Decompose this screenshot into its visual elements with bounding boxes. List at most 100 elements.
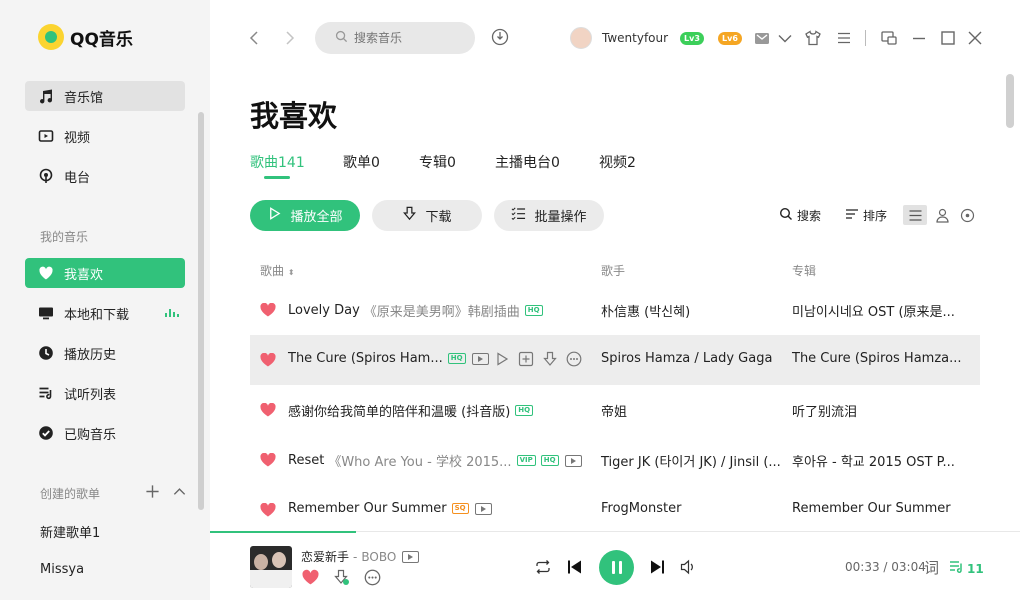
table-row[interactable]: The Cure (Spiros Ham... HQ Spiros Hamza … xyxy=(250,335,980,385)
song-album[interactable]: The Cure (Spiros Hamza... xyxy=(792,351,962,366)
loop-mode-icon[interactable] xyxy=(534,558,552,576)
sidebar-item-music-hall[interactable]: 音乐馆 xyxy=(25,81,185,111)
download-button[interactable]: 下载 xyxy=(372,200,482,231)
now-playing-title[interactable]: 恋爱新手 xyxy=(301,548,349,565)
song-title[interactable]: 感谢你给我简单的陪伴和温暖 (抖音版) HQ xyxy=(288,401,534,420)
page-scrollbar[interactable] xyxy=(1006,74,1014,128)
sidebar-item-history[interactable]: 播放历史 xyxy=(25,338,185,368)
sidebar-item-radio[interactable]: 电台 xyxy=(25,161,185,191)
song-title[interactable]: Reset 《Who Are You - 学校 2015... VIP HQ xyxy=(288,451,582,470)
lyrics-button[interactable]: 词 xyxy=(924,557,939,578)
table-row[interactable]: Lovely Day 《原来是美男啊》韩剧插曲 HQ 朴信惠 (박신혜) 미남이… xyxy=(250,285,980,335)
list-view-icon[interactable] xyxy=(903,205,927,225)
skin-shirt-icon[interactable] xyxy=(804,29,822,47)
sidebar-item-favorites[interactable]: 我喜欢 xyxy=(25,258,185,288)
collapse-chevron-icon[interactable] xyxy=(172,484,187,502)
batch-operation-button[interactable]: 批量操作 xyxy=(494,200,604,231)
volume-icon[interactable] xyxy=(679,558,697,576)
sidebar-item-purchased[interactable]: 已购音乐 xyxy=(25,418,185,448)
album-cover[interactable] xyxy=(250,546,292,588)
vip-level-badge[interactable]: Lv6 xyxy=(718,32,742,45)
maximize-icon[interactable] xyxy=(939,29,957,47)
sort-button[interactable]: 排序 xyxy=(845,207,887,224)
mv-icon[interactable] xyxy=(402,550,420,563)
song-album[interactable]: 후아유 - 학교 2015 OST P... xyxy=(792,451,955,470)
song-artist[interactable]: FrogMonster xyxy=(601,501,681,516)
play-queue-button[interactable]: 11 xyxy=(949,559,984,578)
history-icon xyxy=(38,345,54,361)
purchased-icon xyxy=(38,425,54,441)
tab-playlists[interactable]: 歌单0 xyxy=(343,152,380,172)
now-playing-artist[interactable]: BOBO xyxy=(361,550,396,564)
liked-heart-icon[interactable] xyxy=(260,352,276,367)
sort-icon xyxy=(845,207,859,224)
liked-heart-icon[interactable] xyxy=(260,452,276,467)
playlist-item[interactable]: Missya xyxy=(40,562,84,577)
add-playlist-icon[interactable] xyxy=(145,484,160,502)
avatar[interactable] xyxy=(570,27,592,49)
close-icon[interactable] xyxy=(966,29,984,47)
download-icon[interactable] xyxy=(333,569,350,590)
song-artist[interactable]: Tiger JK (타이거 JK) / Jinsil (... xyxy=(601,451,781,470)
user-menu-chevron-icon[interactable] xyxy=(776,29,794,47)
username[interactable]: Twentyfour xyxy=(602,31,668,45)
sidebar-item-video[interactable]: 视频 xyxy=(25,121,185,151)
artist-column-header: 歌手 xyxy=(601,264,626,278)
song-album[interactable]: 听了别流泪 xyxy=(792,401,857,420)
mv-icon[interactable] xyxy=(474,502,492,515)
next-track-icon[interactable] xyxy=(648,558,666,576)
row-actions xyxy=(494,351,582,371)
song-title[interactable]: Lovely Day 《原来是美男啊》韩剧插曲 HQ xyxy=(288,301,543,320)
song-title[interactable]: Remember Our Summer SQ xyxy=(288,501,492,516)
tab-songs[interactable]: 歌曲141 xyxy=(250,152,305,172)
artist-view-icon[interactable] xyxy=(930,205,954,225)
main-menu-icon[interactable] xyxy=(835,29,853,47)
more-icon[interactable] xyxy=(364,569,381,590)
song-title[interactable]: The Cure (Spiros Ham... HQ xyxy=(288,351,489,366)
song-album[interactable]: 미남이시네요 OST (原来是... xyxy=(792,301,955,320)
song-artist[interactable]: Spiros Hamza / Lady Gaga xyxy=(601,351,772,366)
row-play-icon[interactable] xyxy=(494,351,510,371)
mv-icon[interactable] xyxy=(471,352,489,365)
sidebar-item-trial-list[interactable]: 试听列表 xyxy=(25,378,185,408)
table-row[interactable]: 感谢你给我简单的陪伴和温暖 (抖音版) HQ 帝姐 听了别流泪 xyxy=(250,385,980,435)
queue-count: 11 xyxy=(967,561,984,576)
tab-videos[interactable]: 视频2 xyxy=(599,152,636,172)
liked-heart-icon[interactable] xyxy=(260,402,276,417)
row-more-icon[interactable] xyxy=(566,351,582,371)
mv-icon[interactable] xyxy=(564,454,582,467)
table-row[interactable]: Remember Our Summer SQ FrogMonster Remem… xyxy=(250,485,980,535)
liked-heart-icon[interactable] xyxy=(260,502,276,517)
tab-albums[interactable]: 专辑0 xyxy=(419,152,456,172)
forward-arrow-icon[interactable] xyxy=(281,28,297,48)
song-artist[interactable]: 帝姐 xyxy=(601,401,627,420)
album-view-icon[interactable] xyxy=(955,205,979,225)
song-artist[interactable]: 朴信惠 (박신혜) xyxy=(601,301,690,320)
mini-mode-icon[interactable] xyxy=(880,29,898,47)
playback-progress-bar[interactable] xyxy=(210,531,356,533)
level-badge[interactable]: Lv3 xyxy=(680,32,704,45)
sidebar-scrollbar[interactable] xyxy=(198,112,204,510)
pause-button[interactable] xyxy=(599,550,634,585)
sidebar-item-local-download[interactable]: 本地和下载 xyxy=(25,298,185,328)
search-input[interactable] xyxy=(354,31,464,45)
playlist-item[interactable]: 新建歌单1 xyxy=(40,522,100,541)
song-column-header[interactable]: 歌曲 ⬍ xyxy=(260,262,295,279)
search-box[interactable] xyxy=(315,22,475,54)
row-download-icon[interactable] xyxy=(542,351,558,371)
minimize-icon[interactable] xyxy=(910,29,928,47)
voice-recognition-icon[interactable] xyxy=(491,28,509,46)
tab-radio[interactable]: 主播电台0 xyxy=(495,152,560,172)
mail-icon[interactable] xyxy=(753,29,771,47)
row-add-icon[interactable] xyxy=(518,351,534,371)
play-all-button[interactable]: 播放全部 xyxy=(250,200,360,231)
like-heart-icon[interactable] xyxy=(302,569,319,590)
liked-heart-icon[interactable] xyxy=(260,302,276,317)
previous-track-icon[interactable] xyxy=(566,558,584,576)
table-row[interactable]: Reset 《Who Are You - 学校 2015... VIP HQ T… xyxy=(250,435,980,485)
video-icon xyxy=(38,128,54,144)
app-logo[interactable]: QQ音乐 xyxy=(38,24,133,50)
search-in-list-button[interactable]: 搜索 xyxy=(779,207,821,224)
song-album[interactable]: Remember Our Summer xyxy=(792,501,951,516)
back-arrow-icon[interactable] xyxy=(247,28,263,48)
